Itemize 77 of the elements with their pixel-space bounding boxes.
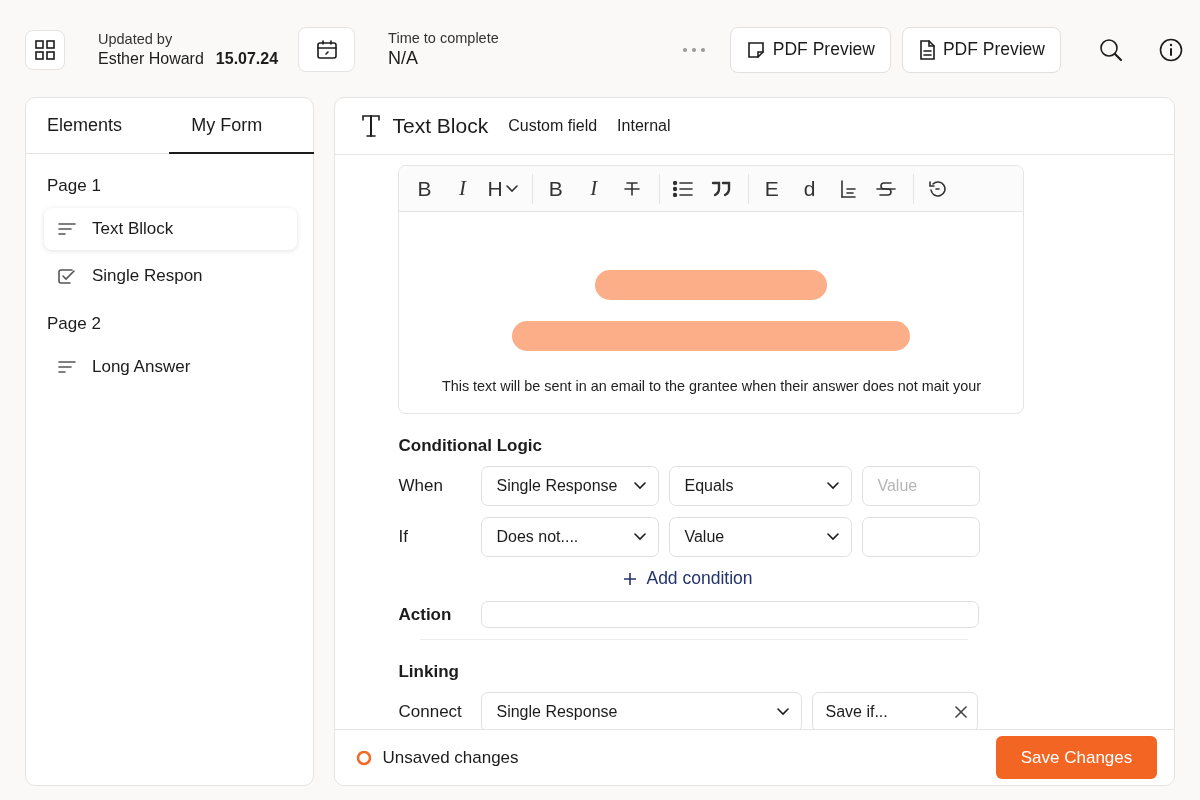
more-button[interactable] (681, 46, 706, 53)
updated-name: Esther Howard (98, 50, 204, 68)
status-ring-icon (356, 749, 373, 766)
status-text: Unsaved changes (382, 747, 519, 768)
strike-icon (875, 179, 896, 198)
page-heading: Page 2 (46, 313, 102, 335)
more-icon (681, 46, 706, 53)
search-button[interactable] (1099, 37, 1123, 62)
chevron-down-icon (634, 482, 647, 490)
chevron-down-icon (777, 708, 790, 716)
text-type-icon (362, 115, 381, 137)
dropdown[interactable]: Single Response (481, 466, 660, 506)
form-element-item[interactable]: Single Respon (44, 255, 298, 297)
time-value: N/A (388, 48, 420, 69)
pdf-preview-button[interactable]: PDF Preview (729, 26, 891, 73)
lines-icon (58, 360, 76, 374)
info-icon (1159, 37, 1183, 62)
dropdown[interactable]: Value (669, 517, 853, 557)
time-label: Time to complete (388, 30, 499, 46)
section-heading: Conditional Logic (398, 436, 544, 456)
element-label: Long Answer (92, 357, 191, 377)
format-button[interactable]: B (538, 171, 573, 206)
bulleted-list-icon (672, 180, 693, 197)
grid-icon (35, 39, 55, 60)
format-button[interactable]: d (792, 171, 827, 206)
dropdown[interactable]: Equals (669, 466, 853, 506)
updated-date: 15.07.24 (215, 50, 279, 68)
field-label: Connect (398, 702, 463, 722)
layout-button[interactable] (25, 29, 65, 70)
calendar-button[interactable] (298, 27, 356, 72)
align-icon (839, 179, 856, 198)
clear-button[interactable] (955, 706, 968, 718)
plus-icon (624, 572, 637, 585)
format-button[interactable]: I (576, 171, 611, 206)
updated-label: Updated by (98, 31, 174, 47)
note-icon (746, 40, 765, 59)
sidebar-tab[interactable]: Elements (26, 98, 170, 154)
quote-icon (710, 180, 731, 197)
field-label: If (398, 527, 409, 547)
input-field[interactable]: Save if... (812, 692, 979, 729)
section-heading: Linking (398, 662, 460, 682)
info-button[interactable] (1159, 37, 1183, 62)
close-icon (955, 706, 968, 718)
chevron-down-icon (827, 533, 840, 541)
format-button[interactable]: B (407, 171, 442, 206)
field-tag: Internal (617, 117, 671, 135)
input-field[interactable] (862, 517, 981, 557)
field-label: When (398, 476, 444, 496)
checkbox-icon (58, 268, 76, 284)
block-title: Text Block (392, 114, 489, 138)
dropdown[interactable]: Single Response (481, 692, 803, 729)
chevron-down-icon (505, 184, 518, 193)
element-label: Text Bllock (92, 219, 174, 239)
format-button[interactable]: E (754, 171, 789, 206)
calendar-icon (315, 39, 338, 60)
format-button[interactable]: H (483, 171, 522, 206)
chevron-down-icon (634, 533, 647, 541)
chevron-down-icon (827, 482, 840, 490)
lines-icon (58, 222, 76, 236)
sidebar-tab[interactable]: My Form (169, 98, 314, 154)
pdf-preview-button[interactable]: PDF Preview (901, 26, 1061, 73)
search-icon (1099, 37, 1123, 62)
field-tag: Custom field (508, 117, 598, 135)
field-label: Action (398, 604, 453, 625)
format-button[interactable]: I (445, 171, 480, 206)
page-heading: Page 1 (46, 175, 102, 197)
strikethrough-icon (623, 180, 640, 197)
add-condition-link[interactable]: Add condition (624, 568, 753, 589)
element-label: Single Respon (92, 266, 203, 286)
action-field[interactable] (481, 601, 980, 628)
undo-icon (927, 179, 946, 198)
document-icon (918, 39, 935, 60)
helper-text: This text will be sent in an email to the grantee when their answer does not mait your (441, 378, 982, 394)
form-element-item[interactable]: Text Bllock (44, 208, 298, 250)
input-field[interactable]: Value (862, 466, 981, 506)
dropdown[interactable]: Does not.... (481, 517, 660, 557)
form-element-item[interactable]: Long Answer (44, 346, 298, 388)
